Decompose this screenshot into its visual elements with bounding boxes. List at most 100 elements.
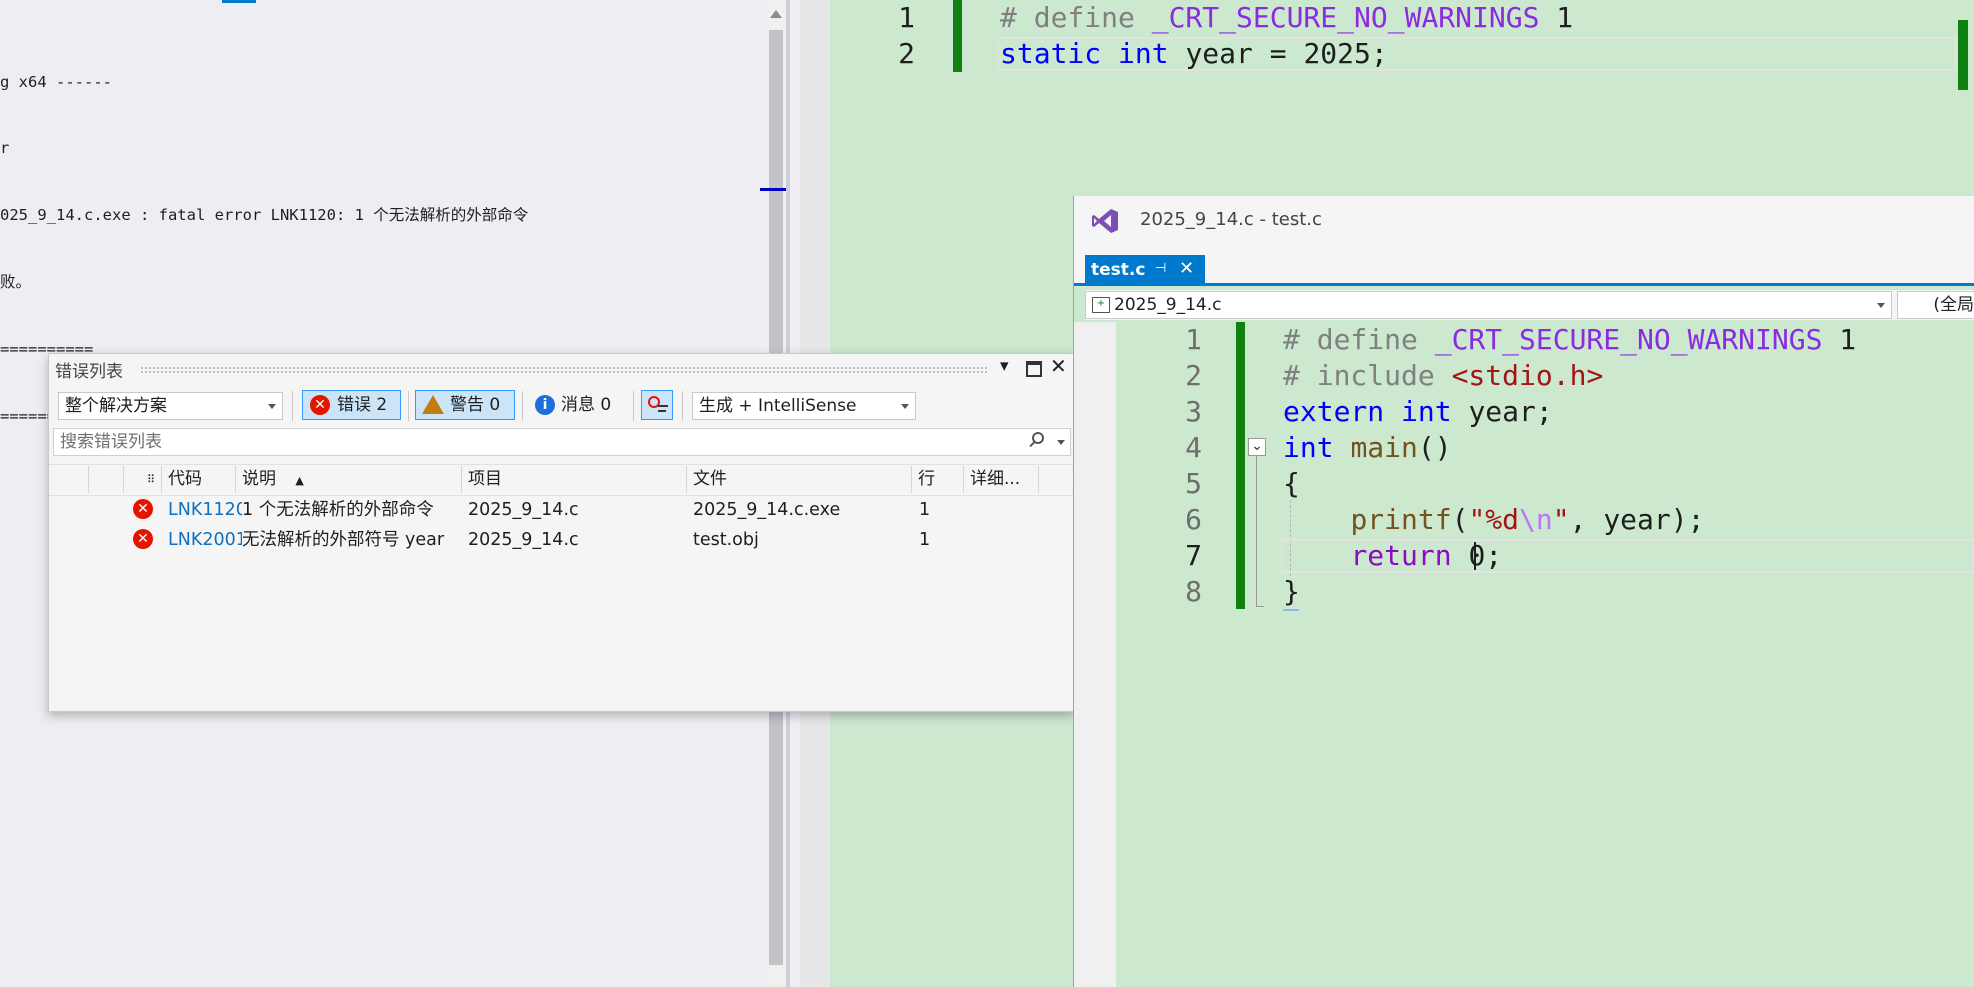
filter-toggle-button[interactable] bbox=[641, 390, 673, 420]
error-list-title: 错误列表 bbox=[55, 362, 123, 382]
line-number: 2 bbox=[898, 37, 915, 70]
scroll-up-arrow-icon[interactable] bbox=[770, 10, 782, 18]
error-code[interactable]: LNK2001 bbox=[168, 525, 242, 555]
code-line-8[interactable]: } bbox=[1283, 574, 1300, 610]
pin-icon[interactable]: ⊣ bbox=[1155, 261, 1166, 276]
outline-guide bbox=[1256, 456, 1257, 606]
warnings-filter-button[interactable]: 警告 0 bbox=[415, 390, 515, 420]
scroll-position-marker bbox=[760, 188, 788, 191]
chevron-down-icon bbox=[1877, 303, 1885, 308]
column-header-line[interactable]: 行 bbox=[912, 466, 964, 493]
scope-dropdown-value: (全局范 bbox=[1933, 295, 1974, 315]
line-number: 1 bbox=[898, 1, 915, 34]
toolbar-separator bbox=[408, 391, 409, 421]
messages-filter-label: 消息 0 bbox=[561, 395, 612, 415]
error-project: 2025_9_14.c bbox=[468, 500, 579, 520]
line-number: 7 bbox=[1185, 539, 1202, 572]
overview-change-marker bbox=[1958, 20, 1968, 90]
error-file: test.obj bbox=[693, 530, 759, 550]
warning-icon bbox=[422, 395, 444, 414]
code-line-2[interactable]: static int year = 2025; bbox=[1000, 36, 1388, 72]
toolbar-separator bbox=[682, 391, 683, 421]
brace-match-underline bbox=[1283, 609, 1299, 611]
chevron-down-icon[interactable] bbox=[1057, 440, 1065, 445]
line-number: 5 bbox=[1185, 467, 1202, 500]
error-description: 无法解析的外部符号 year bbox=[242, 530, 445, 550]
filter-icon-line bbox=[658, 405, 668, 407]
table-row[interactable]: ✕ LNK1120 1 个无法解析的外部命令 2025_9_14.c 2025_… bbox=[49, 495, 1073, 525]
error-icon: ✕ bbox=[133, 499, 153, 519]
close-icon[interactable]: ✕ bbox=[1179, 258, 1194, 279]
error-icon: ✕ bbox=[310, 395, 330, 415]
column-header-file[interactable]: 文件 bbox=[687, 466, 912, 493]
project-icon: + bbox=[1092, 297, 1110, 313]
build-source-value: 生成 + IntelliSense bbox=[699, 396, 857, 416]
project-dropdown-value: 2025_9_14.c bbox=[1114, 295, 1222, 315]
code-line-6[interactable]: printf("%d\n", year); bbox=[1283, 502, 1704, 538]
code-line-1[interactable]: # define _CRT_SECURE_NO_WARNINGS 1 bbox=[1000, 0, 1573, 36]
scope-dropdown-value: 整个解决方案 bbox=[65, 396, 167, 416]
line-number: 2 bbox=[1185, 359, 1202, 392]
tab-test-c[interactable]: test.c ⊣ ✕ bbox=[1085, 255, 1205, 285]
line-number: 6 bbox=[1185, 503, 1202, 536]
output-line: 败。 bbox=[0, 273, 32, 292]
project-dropdown[interactable]: +2025_9_14.c bbox=[1085, 291, 1892, 319]
chevron-down-icon bbox=[268, 404, 276, 409]
editor-margin bbox=[1074, 322, 1116, 987]
text-caret bbox=[1474, 542, 1476, 570]
document-tab-strip bbox=[1074, 246, 1974, 286]
build-source-dropdown[interactable]: 生成 + IntelliSense bbox=[692, 392, 916, 420]
visual-studio-logo-icon bbox=[1090, 206, 1120, 236]
close-icon[interactable]: ✕ bbox=[1050, 354, 1067, 378]
column-sort-indicator-icon[interactable]: ⠿ bbox=[124, 466, 162, 493]
output-line: g x64 ------ bbox=[0, 72, 112, 91]
scope-dropdown[interactable]: (全局范 bbox=[1897, 291, 1974, 319]
maximize-icon[interactable] bbox=[1026, 361, 1042, 377]
code-line-1[interactable]: # define _CRT_SECURE_NO_WARNINGS 1 bbox=[1283, 322, 1856, 358]
search-placeholder: 搜索错误列表 bbox=[60, 432, 162, 452]
column-header-details[interactable]: 详细... bbox=[964, 466, 1039, 493]
code-line-7[interactable]: return 0; bbox=[1283, 538, 1502, 574]
column-header-description[interactable]: 说明 ▲ bbox=[236, 466, 462, 493]
output-line: 025_9_14.c.exe : fatal error LNK1120: 1 … bbox=[0, 206, 529, 225]
error-file: 2025_9_14.c.exe bbox=[693, 500, 841, 520]
errors-filter-label: 错误 2 bbox=[337, 395, 388, 415]
window-drag-grip[interactable] bbox=[140, 366, 988, 373]
collapse-toggle-icon[interactable]: ⌄ bbox=[1248, 438, 1266, 456]
code-line-4[interactable]: int main() bbox=[1283, 430, 1452, 466]
change-tracking-bar bbox=[953, 0, 962, 72]
table-row[interactable]: ✕ LNK2001 无法解析的外部符号 year 2025_9_14.c tes… bbox=[49, 525, 1073, 555]
error-code[interactable]: LNK1120 bbox=[168, 495, 242, 525]
chevron-down-icon[interactable]: ▾ bbox=[1000, 356, 1009, 376]
messages-filter-button[interactable]: i 消息 0 bbox=[526, 390, 626, 420]
errors-filter-button[interactable]: ✕ 错误 2 bbox=[302, 390, 401, 420]
sort-ascending-icon: ▲ bbox=[295, 474, 304, 487]
line-number: 1 bbox=[1185, 323, 1202, 356]
outline-guide-end bbox=[1256, 606, 1264, 607]
column-header-blank[interactable] bbox=[89, 466, 124, 493]
scope-dropdown[interactable]: 整个解决方案 bbox=[58, 392, 283, 420]
line-number: 8 bbox=[1185, 575, 1202, 608]
change-tracking-bar bbox=[1236, 322, 1245, 609]
column-header-description-label: 说明 bbox=[242, 469, 276, 489]
code-line-5[interactable]: { bbox=[1283, 466, 1300, 502]
column-header-project[interactable]: 项目 bbox=[462, 466, 687, 493]
filter-icon-line bbox=[658, 410, 666, 412]
chevron-down-icon bbox=[901, 404, 909, 409]
floating-window-title: 2025_9_14.c - test.c bbox=[1140, 209, 1322, 230]
error-line: 1 bbox=[919, 530, 931, 550]
warnings-filter-label: 警告 0 bbox=[450, 395, 501, 415]
error-line: 1 bbox=[919, 500, 931, 520]
toolbar-separator bbox=[292, 391, 293, 421]
info-icon: i bbox=[535, 395, 555, 415]
error-project: 2025_9_14.c bbox=[468, 530, 579, 550]
code-line-2[interactable]: # include <stdio.h> bbox=[1283, 358, 1603, 394]
search-input[interactable]: 搜索错误列表 bbox=[53, 428, 1071, 456]
code-line-3[interactable]: extern int year; bbox=[1283, 394, 1553, 430]
column-header-blank[interactable] bbox=[49, 466, 89, 493]
toolbar-separator bbox=[522, 391, 523, 421]
column-header-code[interactable]: 代码 bbox=[162, 466, 236, 493]
line-number: 4 bbox=[1185, 431, 1202, 464]
toolbar-separator bbox=[633, 391, 634, 421]
output-line: r bbox=[0, 139, 10, 158]
